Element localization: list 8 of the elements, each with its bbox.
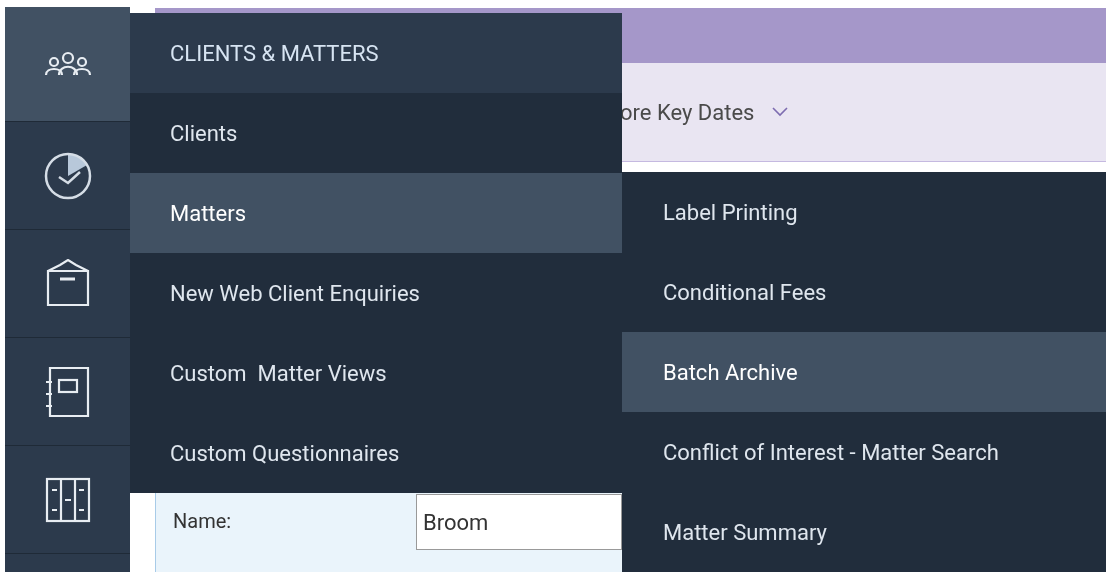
menu-item[interactable]: Batch Archive [622, 332, 1106, 412]
menu-title: CLIENTS & MATTERS [130, 13, 622, 93]
menu-item[interactable]: Matters [130, 173, 622, 253]
form-label: Name: [173, 508, 233, 535]
chevron-down-icon [772, 107, 789, 117]
columns-icon [43, 475, 92, 524]
toolbar-item[interactable]: ore Key Dates [620, 95, 755, 129]
name-field[interactable]: Broom [416, 494, 622, 550]
